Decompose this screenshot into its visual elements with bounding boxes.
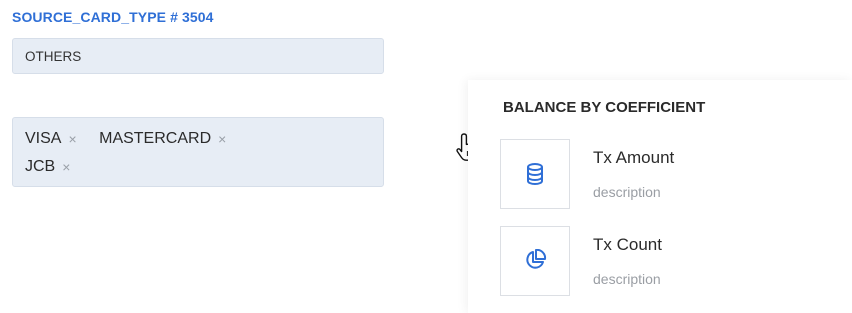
pie-chart-icon [526, 249, 547, 269]
tags-row-1: VISA × MASTERCARD × [25, 125, 377, 153]
tx-count-item[interactable]: Tx Count description [500, 226, 830, 298]
select-value: OTHERS [25, 48, 82, 64]
source-card-type-select[interactable]: OTHERS [12, 38, 384, 74]
item-description: description [593, 271, 661, 287]
tag-remove-icon[interactable]: × [218, 125, 226, 153]
tag-mastercard: MASTERCARD × [99, 125, 226, 153]
tags-row-2: JCB × [25, 153, 377, 181]
balance-panel: BALANCE BY COEFFICIENT Tx Amount descrip… [468, 80, 852, 313]
panel-title: BALANCE BY COEFFICIENT [503, 99, 706, 116]
section-label: SOURCE_CARD_TYPE # 3504 [12, 9, 214, 25]
icon-box [500, 226, 570, 296]
tag-label: VISA [25, 130, 62, 147]
card-type-multiselect[interactable]: VISA × MASTERCARD × JCB × [12, 117, 384, 187]
item-title: Tx Count [593, 235, 662, 254]
item-title: Tx Amount [593, 148, 675, 167]
tx-amount-item[interactable]: Tx Amount description [500, 139, 830, 211]
tag-visa: VISA × [25, 125, 77, 153]
tag-remove-icon[interactable]: × [68, 125, 76, 153]
tag-label: MASTERCARD [99, 130, 212, 147]
tag-remove-icon[interactable]: × [62, 153, 70, 181]
tag-jcb: JCB × [25, 153, 70, 181]
item-description: description [593, 184, 661, 200]
icon-box [500, 139, 570, 209]
tag-label: JCB [25, 158, 56, 175]
database-icon [527, 163, 543, 186]
